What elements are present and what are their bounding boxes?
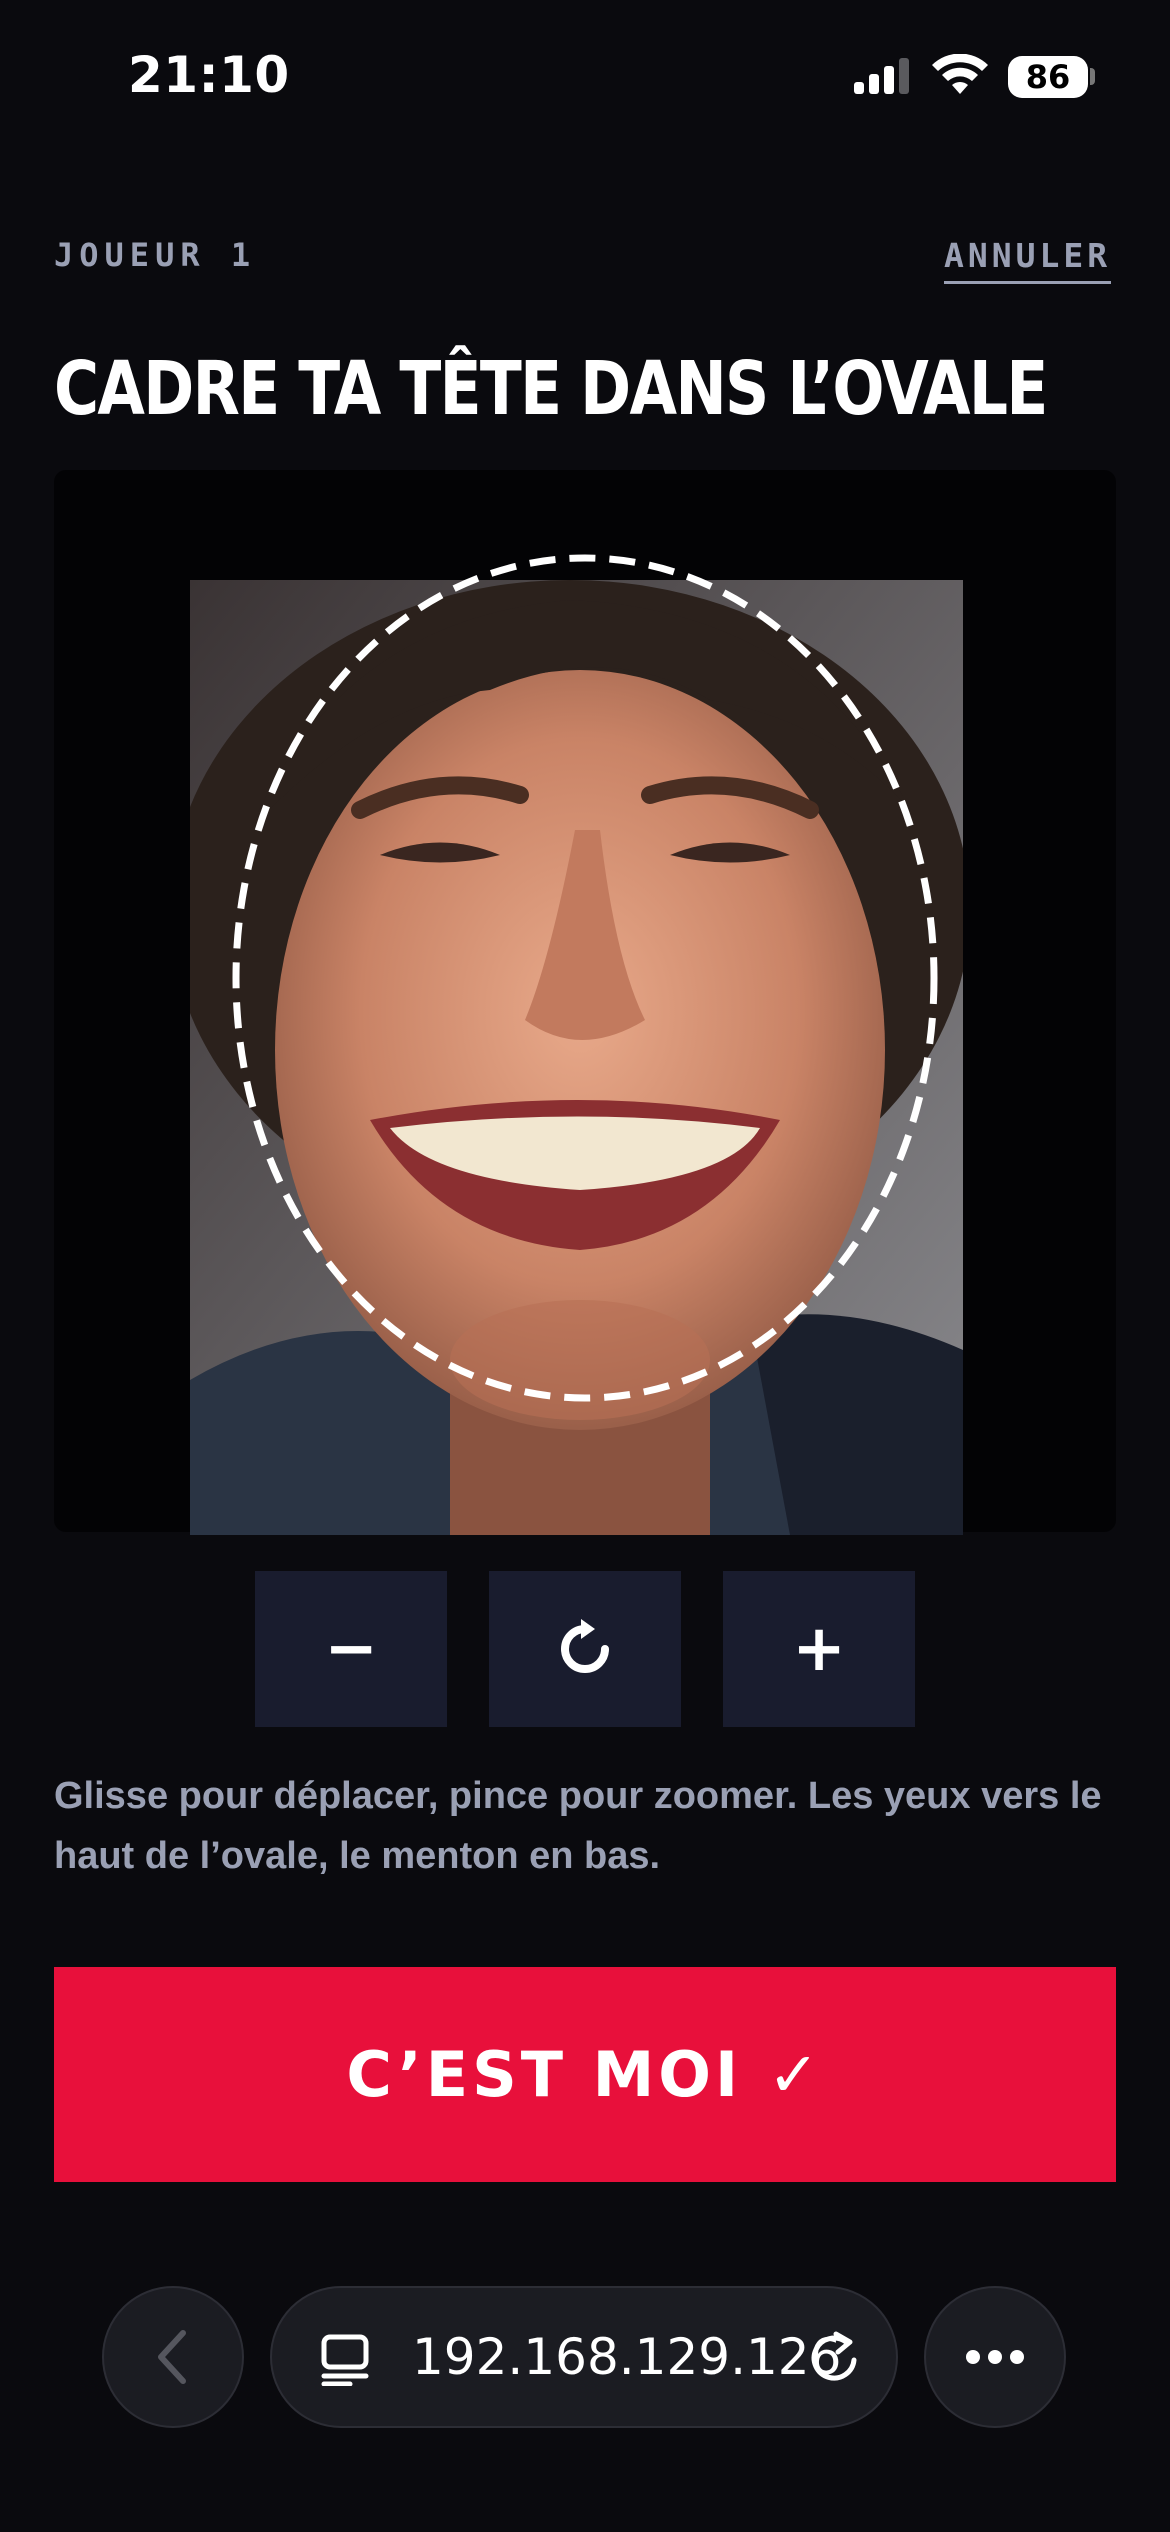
document-icon (321, 2334, 369, 2386)
zoom-out-button[interactable]: − (255, 1571, 447, 1727)
plus-icon: + (792, 1612, 846, 1686)
browser-back-button[interactable] (102, 2286, 244, 2428)
confirm-button[interactable]: C’EST MOI ✓ (54, 1967, 1116, 2182)
player-label: JOUEUR 1 (54, 236, 257, 274)
url-text: 192.168.129.126 (412, 2328, 842, 2386)
address-bar[interactable]: 192.168.129.126 (270, 2286, 898, 2428)
rotate-reset-icon (561, 1619, 609, 1673)
status-time: 21:10 (128, 46, 290, 104)
reload-icon[interactable] (806, 2330, 862, 2386)
instruction-text: Glisse pour déplacer, pince pour zoomer.… (54, 1775, 1102, 1877)
battery-indicator: 86 (1008, 56, 1088, 98)
reset-button[interactable] (489, 1571, 681, 1727)
wifi-icon (932, 54, 988, 94)
more-icon (966, 2350, 1024, 2364)
face-photo-illustration (190, 580, 963, 1535)
face-photo[interactable] (190, 580, 963, 1535)
minus-icon: − (324, 1612, 378, 1686)
zoom-in-button[interactable]: + (723, 1571, 915, 1727)
status-bar: 21:10 86 (0, 0, 1170, 150)
back-chevron-icon (158, 2330, 186, 2384)
signal-icon (854, 58, 909, 94)
cancel-link[interactable]: ANNULER (944, 236, 1112, 284)
more-options-button[interactable] (924, 2286, 1066, 2428)
page-title: CADRE TA TÊTE DANS L’OVALE (54, 346, 1048, 432)
battery-tip (1090, 68, 1095, 85)
